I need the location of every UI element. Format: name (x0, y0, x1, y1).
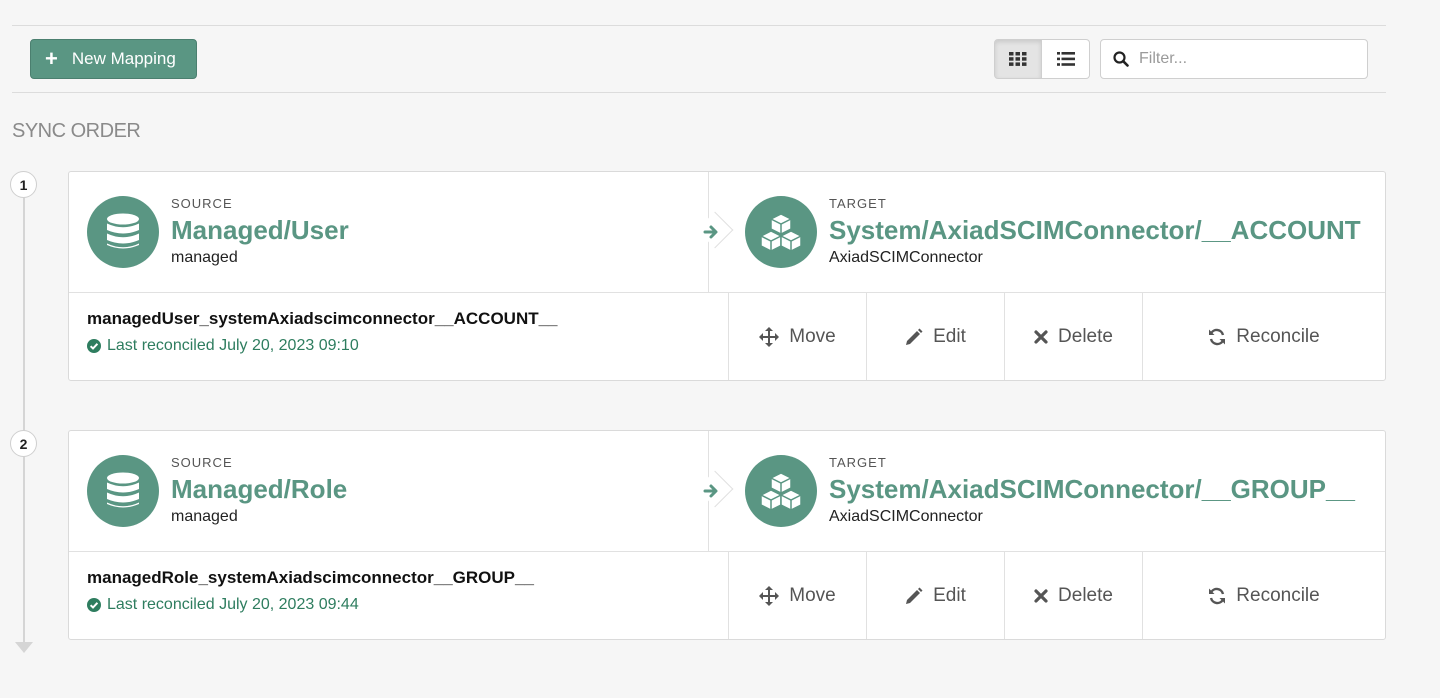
reconcile-status: Last reconciled July 20, 2023 09:10 (87, 337, 728, 355)
refresh-icon (1209, 328, 1226, 345)
cubes-icon (745, 196, 817, 268)
pencil-icon (906, 328, 923, 345)
target-name[interactable]: System/AxiadSCIMConnector/__ACCOUNT (829, 215, 1361, 246)
target-connector: AxiadSCIMConnector (829, 249, 983, 266)
mapping-card-header: SOURCE Managed/Role managed TARGET Syste… (69, 431, 1385, 552)
mapping-card: SOURCE Managed/Role managed TARGET Syste… (68, 430, 1386, 640)
plus-icon: + (45, 46, 58, 71)
check-circle-icon (87, 339, 101, 353)
move-icon (759, 326, 780, 347)
edit-label: Edit (933, 325, 966, 347)
edit-button[interactable]: Edit (866, 552, 1004, 639)
source-name[interactable]: Managed/User (171, 215, 349, 246)
move-button[interactable]: Move (728, 552, 866, 639)
target-connector: AxiadSCIMConnector (829, 508, 983, 525)
delete-button[interactable]: Delete (1004, 552, 1142, 639)
grid-view-button[interactable] (994, 39, 1042, 79)
mapping-card-footer: managedUser_systemAxiadscimconnector__AC… (69, 293, 1385, 380)
search-icon (1113, 51, 1129, 67)
target-label: TARGET (829, 196, 887, 211)
new-mapping-label: New Mapping (71, 49, 176, 68)
sync-order-heading: SYNC ORDER (12, 120, 141, 142)
sync-order-number: 2 (10, 430, 37, 457)
delete-label: Delete (1058, 325, 1113, 347)
move-icon (759, 585, 780, 606)
source-type: managed (171, 249, 238, 266)
edit-label: Edit (933, 584, 966, 606)
target-name[interactable]: System/AxiadSCIMConnector/__GROUP__ (829, 474, 1355, 505)
reconcile-status: Last reconciled July 20, 2023 09:44 (87, 596, 728, 614)
target-label: TARGET (829, 455, 887, 470)
sync-order-number: 1 (10, 171, 37, 198)
move-label: Move (789, 325, 836, 347)
timeline-line (23, 196, 25, 646)
mapping-name[interactable]: managedUser_systemAxiadscimconnector__AC… (87, 309, 728, 329)
close-icon (1034, 588, 1048, 603)
mapping-card: SOURCE Managed/User managed TARGET Syste… (68, 171, 1386, 381)
mapping-card-header: SOURCE Managed/User managed TARGET Syste… (69, 172, 1385, 293)
reconcile-status-text: Last reconciled July 20, 2023 09:44 (107, 596, 359, 613)
source-name[interactable]: Managed/Role (171, 474, 347, 505)
arrow-right-icon (703, 484, 718, 498)
move-label: Move (789, 584, 836, 606)
pencil-icon (906, 587, 923, 604)
edit-button[interactable]: Edit (866, 293, 1004, 380)
source-label: SOURCE (171, 455, 233, 470)
list-icon (1056, 52, 1075, 66)
check-circle-icon (87, 598, 101, 612)
reconcile-label: Reconcile (1236, 584, 1320, 606)
grid-icon (1009, 52, 1027, 66)
reconcile-label: Reconcile (1236, 325, 1320, 347)
top-divider (12, 25, 1386, 26)
list-view-button[interactable] (1042, 39, 1090, 79)
move-button[interactable]: Move (728, 293, 866, 380)
database-icon (87, 196, 159, 268)
refresh-icon (1209, 587, 1226, 604)
view-toggle (994, 39, 1090, 79)
arrow-right-icon (703, 225, 718, 239)
mapping-info: managedRole_systemAxiadscimconnector__GR… (69, 552, 728, 639)
delete-button[interactable]: Delete (1004, 293, 1142, 380)
source-label: SOURCE (171, 196, 233, 211)
new-mapping-button[interactable]: + New Mapping (30, 39, 197, 79)
filter-input[interactable] (1139, 50, 1339, 68)
mapping-card-footer: managedRole_systemAxiadscimconnector__GR… (69, 552, 1385, 639)
delete-label: Delete (1058, 584, 1113, 606)
cubes-icon (745, 455, 817, 527)
reconcile-status-text: Last reconciled July 20, 2023 09:10 (107, 337, 359, 354)
close-icon (1034, 329, 1048, 344)
header-divider (12, 92, 1386, 93)
database-icon (87, 455, 159, 527)
reconcile-button[interactable]: Reconcile (1142, 293, 1385, 380)
source-type: managed (171, 508, 238, 525)
timeline-arrow-icon (15, 642, 33, 653)
mapping-name[interactable]: managedRole_systemAxiadscimconnector__GR… (87, 568, 728, 588)
reconcile-button[interactable]: Reconcile (1142, 552, 1385, 639)
mapping-info: managedUser_systemAxiadscimconnector__AC… (69, 293, 728, 380)
filter-box (1100, 39, 1368, 79)
